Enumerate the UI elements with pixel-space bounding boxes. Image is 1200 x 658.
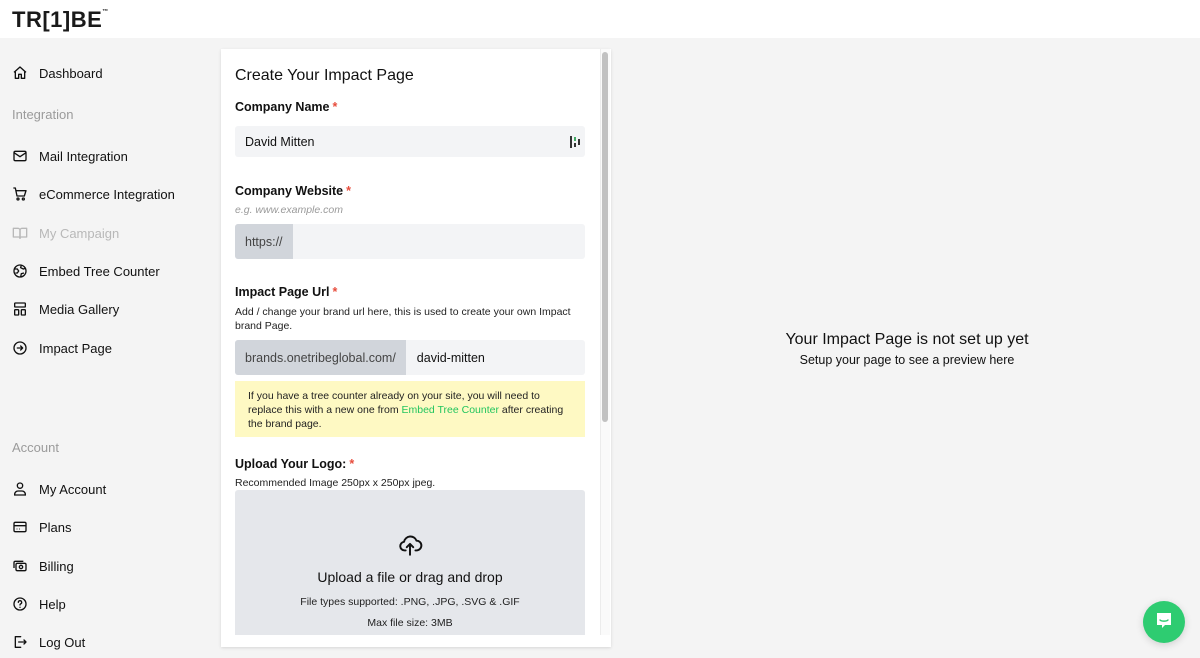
logout-icon: [12, 634, 28, 650]
mail-icon: [12, 148, 28, 164]
label-text: Impact Page Url: [235, 285, 330, 299]
gallery-icon: [12, 301, 28, 317]
company-website-input[interactable]: https://: [235, 224, 585, 259]
logo-dropzone[interactable]: Upload a file or drag and drop File type…: [235, 490, 585, 640]
logo-text: TR[1]BE: [12, 7, 103, 32]
upload-logo-label: Upload Your Logo: *: [235, 457, 354, 471]
home-icon: [12, 65, 28, 81]
sidebar-item-label: Help: [39, 596, 66, 612]
company-name-value: David Mitten: [245, 134, 315, 149]
company-name-input[interactable]: David Mitten: [235, 126, 585, 157]
sidebar-item-label: Dashboard: [39, 65, 103, 81]
impact-url-label: Impact Page Url *: [235, 285, 337, 299]
arrow-circle-right-icon: [12, 340, 28, 356]
required-mark: *: [332, 100, 338, 114]
sidebar-item-label: My Account: [39, 481, 107, 497]
sidebar-item-ecommerce-integration[interactable]: eCommerce Integration: [12, 182, 175, 206]
cash-icon: [12, 558, 28, 574]
preview-empty-title: Your Impact Page is not set up yet: [785, 331, 1029, 348]
sidebar-item-dashboard[interactable]: Dashboard: [12, 61, 103, 85]
label-text: Company Name: [235, 100, 330, 114]
upload-logo-help: Recommended Image 250px x 250px jpeg.: [235, 477, 436, 489]
sidebar-item-label: Media Gallery: [39, 301, 120, 317]
form-scrollbar-thumb[interactable]: [602, 52, 608, 422]
cart-icon: [12, 186, 28, 202]
sidebar-item-label: Embed Tree Counter: [39, 263, 160, 279]
impact-url-prefix: brands.onetribeglobal.com/: [235, 340, 406, 375]
dropzone-title[interactable]: Upload a file or drag and drop: [235, 569, 585, 585]
sidebar-item-impact-page[interactable]: Impact Page: [12, 336, 112, 360]
sidebar-item-label: Impact Page: [39, 340, 112, 356]
sidebar-item-media-gallery[interactable]: Media Gallery: [12, 297, 119, 321]
tribe-logo[interactable]: TR[1]BE™: [12, 7, 109, 33]
card-bottom-edge: [221, 635, 611, 647]
question-circle-icon: [12, 596, 28, 612]
required-mark: *: [332, 285, 338, 299]
chat-launcher-button[interactable]: [1143, 601, 1185, 643]
top-bar: TR[1]BE™: [0, 0, 1200, 38]
required-mark: *: [346, 184, 351, 198]
label-text: Company Website: [235, 184, 344, 198]
sidebar-item-label: Log Out: [39, 634, 86, 650]
sidebar-item-help[interactable]: Help: [12, 592, 66, 616]
sidebar-item-log-out[interactable]: Log Out: [12, 630, 85, 654]
impact-url-value: david-mitten: [416, 350, 485, 365]
company-website-hint: e.g. www.example.com: [235, 204, 343, 216]
sidebar-item-label: My Campaign: [39, 225, 120, 241]
tree-counter-notice: If you have a tree counter already on yo…: [235, 381, 585, 437]
trademark: ™: [102, 9, 109, 15]
section-label-account: Account: [12, 440, 59, 455]
label-text: Upload Your Logo:: [235, 457, 347, 471]
chat-icon: [1154, 610, 1174, 635]
sidebar-item-label: eCommerce Integration: [39, 186, 175, 202]
preview-empty-subtitle: Setup your page to see a preview here: [799, 353, 1015, 367]
globe-icon: [12, 263, 28, 279]
cloud-upload-icon: [397, 532, 423, 558]
sidebar-item-label: Mail Integration: [39, 148, 128, 164]
sidebar-item-label: Billing: [39, 558, 74, 574]
book-icon: [12, 225, 28, 241]
sidebar-item-mail-integration[interactable]: Mail Integration: [12, 144, 128, 168]
dropzone-max-size: Max file size: 3MB: [367, 617, 453, 629]
impact-url-input[interactable]: brands.onetribeglobal.com/ david-mitten: [235, 340, 585, 375]
user-icon: [12, 481, 28, 497]
company-name-label: Company Name *: [235, 100, 337, 114]
website-prefix: https://: [235, 224, 293, 259]
form-title: Create Your Impact Page: [235, 67, 414, 84]
embed-tree-counter-link[interactable]: Embed Tree Counter: [402, 404, 499, 416]
section-label-integration: Integration: [12, 107, 74, 122]
sidebar-item-my-account[interactable]: My Account: [12, 477, 106, 501]
impact-url-help: Add / change your brand url here, this i…: [235, 306, 571, 332]
sidebar-item-plans[interactable]: Plans: [12, 515, 72, 539]
sidebar-item-label: Plans: [39, 519, 72, 535]
required-mark: *: [349, 457, 355, 471]
sidebar-item-billing[interactable]: Billing: [12, 554, 74, 578]
dropzone-file-types: File types supported: .PNG, .JPG, .SVG &…: [300, 596, 520, 608]
sidebar-item-embed-tree-counter[interactable]: Embed Tree Counter: [12, 259, 160, 283]
sidebar-item-my-campaign: My Campaign: [12, 221, 119, 245]
password-manager-icon[interactable]: [569, 135, 581, 149]
company-website-label: Company Website *: [235, 184, 351, 198]
credit-card-icon: [12, 519, 28, 535]
